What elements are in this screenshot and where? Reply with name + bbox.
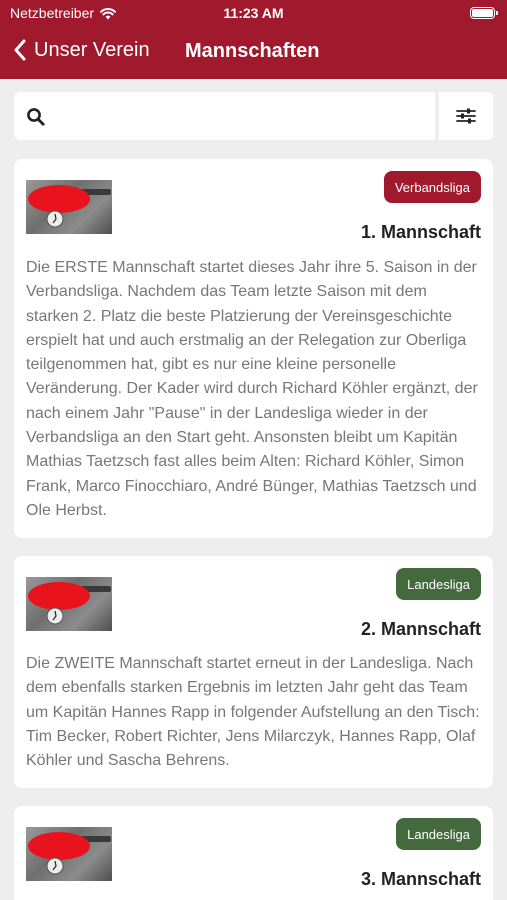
team-description: Die ZWEITE Mannschaft startet erneut in … (26, 655, 480, 770)
team-image (26, 827, 112, 881)
search-bar (14, 92, 435, 140)
team-image (26, 577, 112, 631)
status-bar: Netzbetreiber 11:23 AM (0, 5, 507, 25)
chevron-left-icon (14, 39, 26, 61)
search-input[interactable] (58, 100, 418, 132)
navigation-header: Netzbetreiber 11:23 AM Unser Verein Mann… (0, 0, 507, 79)
league-badge: Verbandsliga (383, 171, 481, 203)
page-title: Mannschaften (185, 40, 320, 62)
status-time: 11:23 AM (223, 5, 284, 21)
back-button[interactable]: Unser Verein (12, 38, 150, 62)
team-card[interactable]: Verbandsliga 1. Mannschaft Die ERSTE Man… (14, 159, 493, 538)
team-image (26, 180, 112, 234)
back-label: Unser Verein (34, 38, 150, 61)
filter-button[interactable] (439, 92, 493, 140)
team-name: 3. Mannschaft (360, 869, 481, 889)
battery-icon (470, 7, 498, 19)
team-card[interactable]: Landesliga 3. Mannschaft (14, 806, 493, 900)
league-badge: Landesliga (396, 568, 481, 600)
team-name: 2. Mannschaft (360, 619, 481, 639)
team-description: Die ERSTE Mannschaft startet dieses Jahr… (26, 259, 478, 519)
team-name: 1. Mannschaft (360, 222, 481, 242)
team-card[interactable]: Landesliga 2. Mannschaft Die ZWEITE Mann… (14, 556, 493, 788)
search-icon (27, 108, 45, 126)
sliders-icon (456, 108, 476, 124)
nav-bar: Unser Verein Mannschaften (0, 38, 507, 68)
league-badge: Landesliga (396, 818, 481, 850)
